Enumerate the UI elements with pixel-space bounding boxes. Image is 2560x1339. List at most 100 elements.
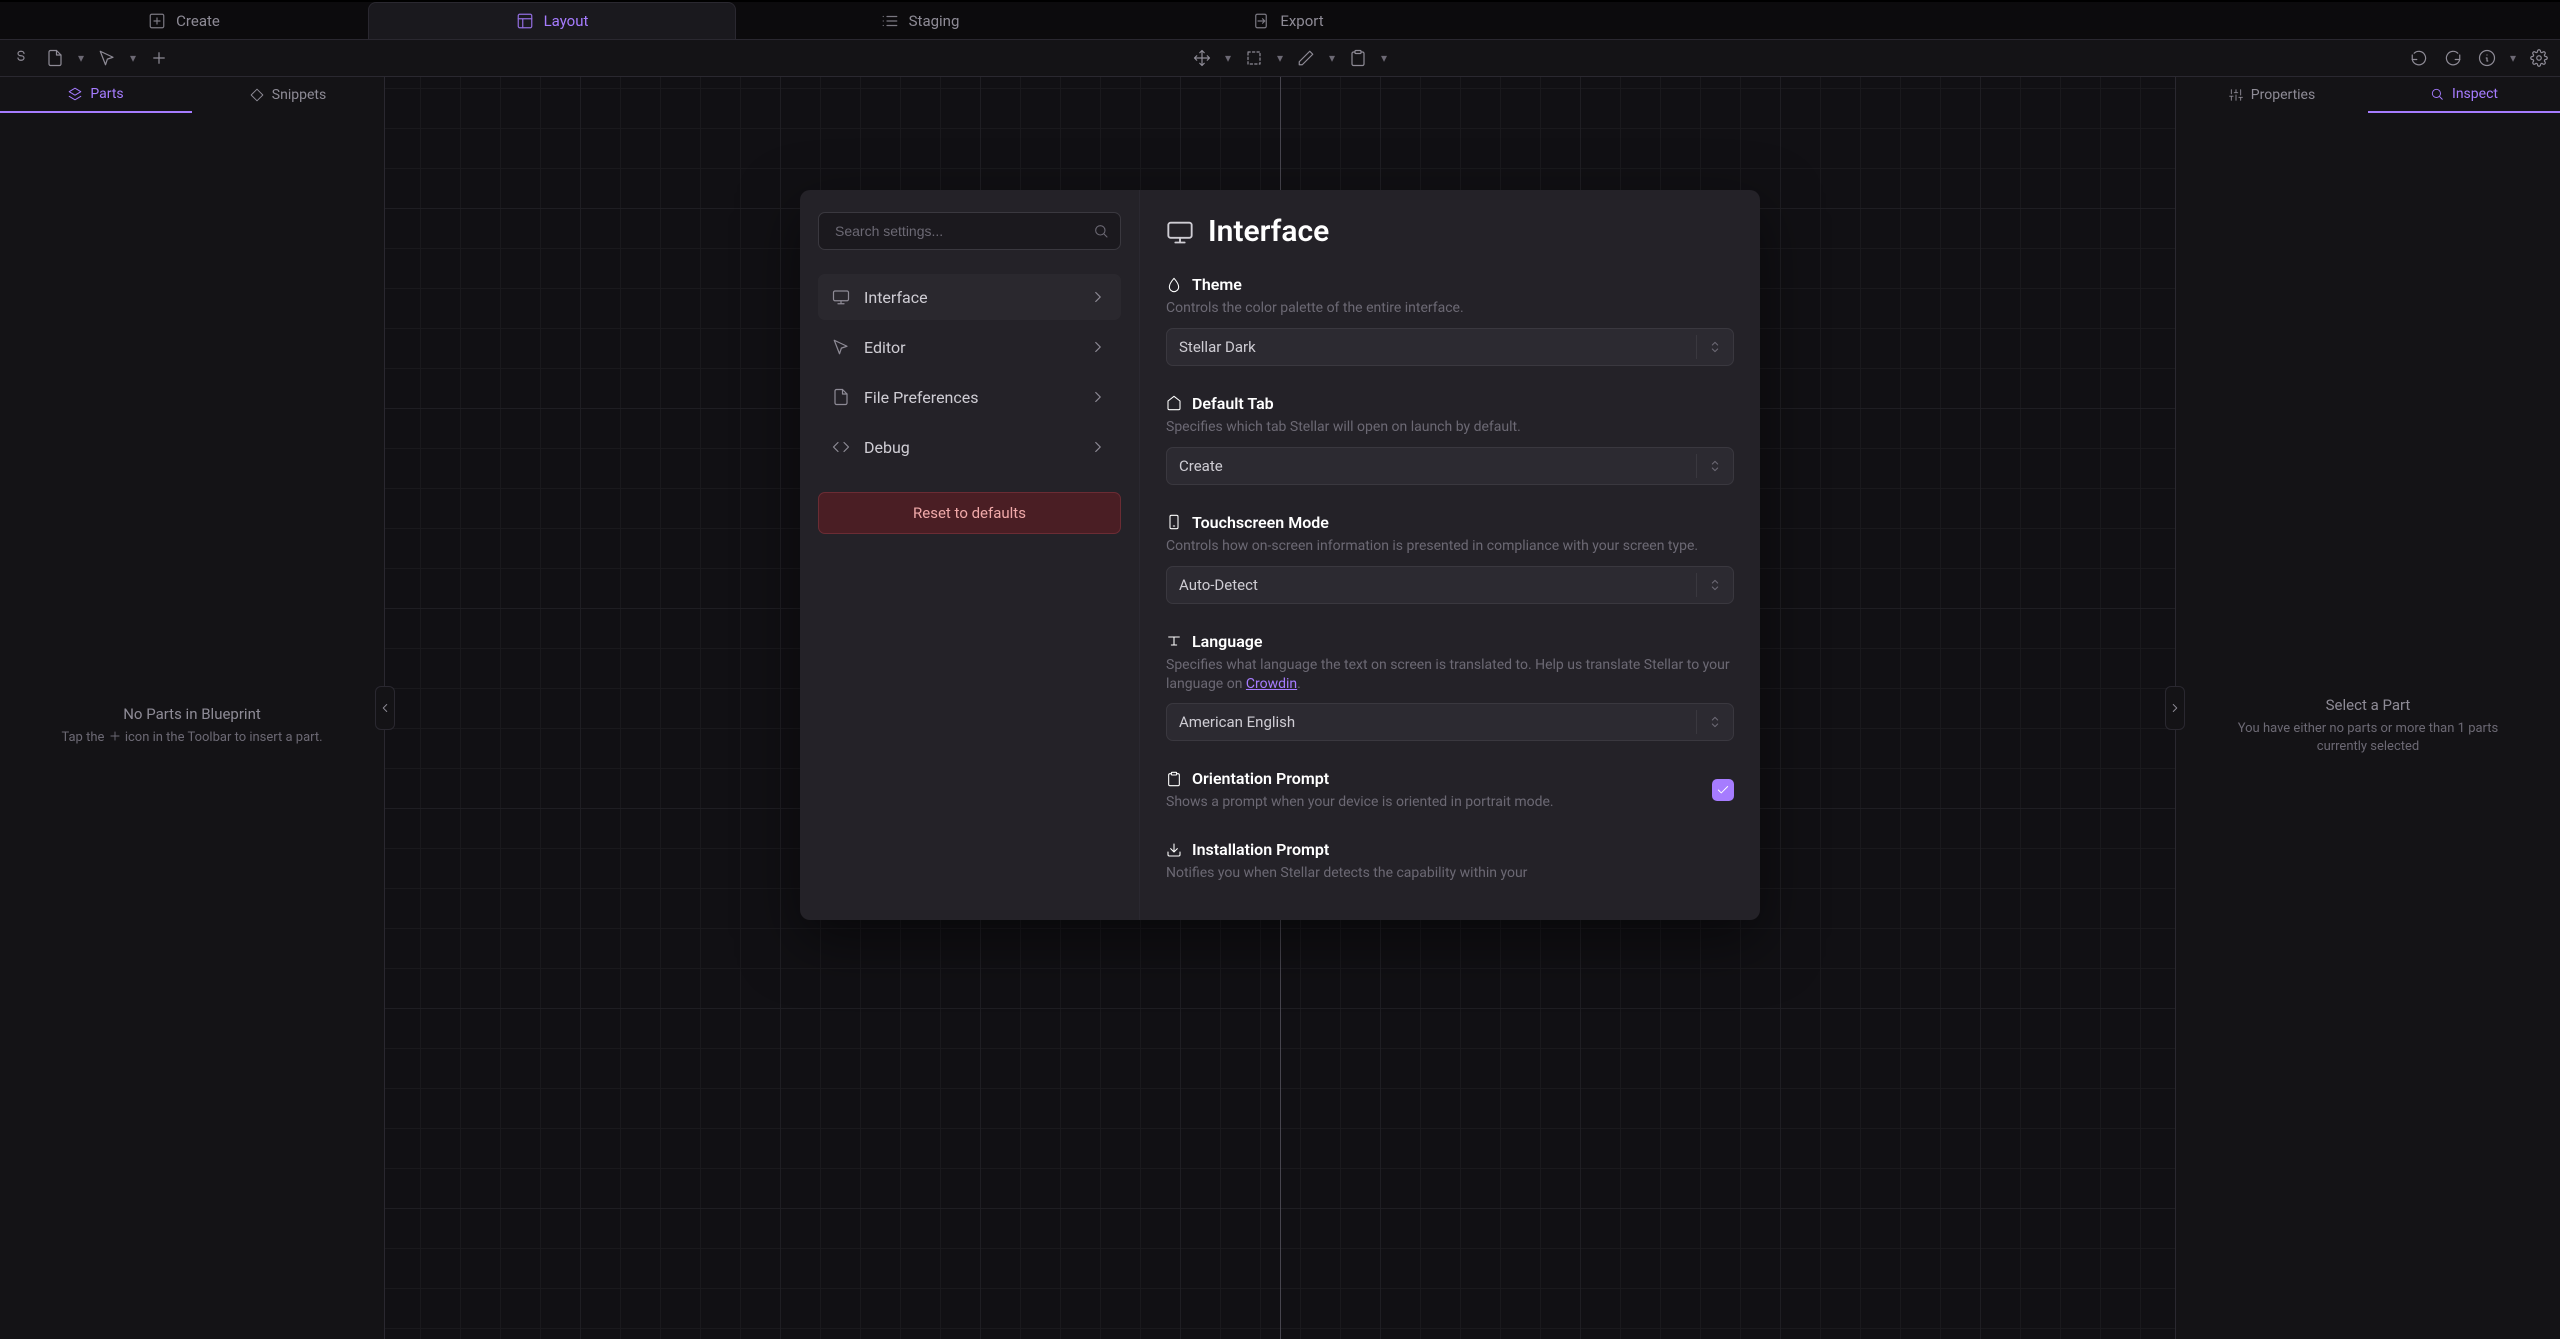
empty-title: Select a Part — [2326, 696, 2411, 714]
setting-orientation: Orientation Prompt Shows a prompt when y… — [1166, 769, 1734, 812]
move-icon — [1193, 49, 1211, 67]
caret-icon: ▾ — [126, 51, 140, 65]
code-icon — [832, 438, 850, 456]
chevron-right-icon — [2168, 701, 2182, 715]
select-value: Auto-Detect — [1179, 576, 1258, 594]
chevron-right-icon — [1089, 288, 1107, 306]
setting-desc: Controls the color palette of the entire… — [1166, 299, 1734, 318]
diamond-icon — [250, 88, 264, 102]
category-debug[interactable]: Debug — [818, 424, 1121, 470]
category-label: Editor — [864, 338, 1075, 357]
download-icon — [1166, 842, 1182, 858]
right-panel: Properties Inspect Select a Part You hav… — [2175, 77, 2560, 1339]
rotate-icon — [1166, 771, 1182, 787]
empty-desc: Tap the icon in the Toolbar to insert a … — [61, 729, 322, 747]
chevron-right-icon — [1089, 388, 1107, 406]
tab-label: Properties — [2251, 87, 2315, 103]
category-editor[interactable]: Editor — [818, 324, 1121, 370]
updown-icon — [1707, 458, 1723, 474]
theme-select[interactable]: Stellar Dark — [1166, 328, 1734, 366]
tab-snippets[interactable]: Snippets — [192, 77, 384, 113]
search-input[interactable] — [818, 212, 1121, 250]
language-select[interactable]: American English — [1166, 703, 1734, 741]
tab-label: Export — [1280, 12, 1323, 30]
left-panel: Parts Snippets No Parts in Blueprint Tap… — [0, 77, 385, 1339]
chevron-left-icon — [378, 701, 392, 715]
cursor-button[interactable] — [92, 43, 122, 73]
check-icon — [1716, 783, 1730, 797]
caret-icon: ▾ — [1377, 51, 1391, 65]
tab-label: Staging — [909, 12, 960, 30]
setting-desc: Specifies what language the text on scre… — [1166, 656, 1734, 694]
select-value: American English — [1179, 713, 1295, 731]
plus-icon — [150, 49, 168, 67]
clipboard-icon — [1349, 49, 1367, 67]
file-button[interactable] — [40, 43, 70, 73]
clipboard-button[interactable] — [1343, 43, 1373, 73]
category-interface[interactable]: Interface — [818, 274, 1121, 320]
select-value: Stellar Dark — [1179, 338, 1256, 356]
redo-button[interactable] — [2438, 43, 2468, 73]
setting-desc: Shows a prompt when your device is orien… — [1166, 793, 1702, 812]
tab-create[interactable]: Create — [0, 2, 368, 39]
settings-button[interactable] — [2524, 43, 2554, 73]
caret-icon: ▾ — [1273, 51, 1287, 65]
file-icon — [46, 49, 64, 67]
setting-default-tab: Default Tab Specifies which tab Stellar … — [1166, 394, 1734, 485]
tab-inspect[interactable]: Inspect — [2368, 77, 2560, 113]
phone-icon — [1166, 514, 1182, 530]
settings-sidebar: Interface Editor File Preferences Debug … — [800, 190, 1140, 920]
category-label: Debug — [864, 438, 1075, 457]
plus-icon — [108, 729, 122, 743]
info-button[interactable] — [2472, 43, 2502, 73]
monitor-icon — [1166, 218, 1194, 246]
chevron-right-icon — [1089, 338, 1107, 356]
settings-modal: Interface Editor File Preferences Debug … — [800, 190, 1760, 920]
category-label: Interface — [864, 288, 1075, 307]
tab-staging[interactable]: Staging — [736, 2, 1104, 39]
plus-square-icon — [148, 12, 166, 30]
collapse-left-panel[interactable] — [375, 686, 395, 730]
updown-icon — [1707, 714, 1723, 730]
select-value: Create — [1179, 457, 1223, 475]
updown-icon — [1707, 577, 1723, 593]
pen-icon — [1297, 49, 1315, 67]
export-icon — [1252, 12, 1270, 30]
tab-label: Inspect — [2452, 86, 2498, 102]
layers-icon — [68, 87, 82, 101]
undo-icon — [2410, 49, 2428, 67]
default-tab-select[interactable]: Create — [1166, 447, 1734, 485]
tab-parts[interactable]: Parts — [0, 77, 192, 113]
add-button[interactable] — [144, 43, 174, 73]
select-button[interactable] — [1239, 43, 1269, 73]
reset-button[interactable]: Reset to defaults — [818, 492, 1121, 534]
caret-icon: ▾ — [74, 51, 88, 65]
updown-icon — [1707, 339, 1723, 355]
crowdin-link[interactable]: Crowdin — [1246, 676, 1297, 692]
collapse-right-panel[interactable] — [2165, 686, 2185, 730]
s-icon — [12, 49, 30, 67]
layout-icon — [516, 12, 534, 30]
type-icon — [1166, 633, 1182, 649]
tab-export[interactable]: Export — [1104, 2, 1472, 39]
redo-icon — [2444, 49, 2462, 67]
page-title: Interface — [1166, 214, 1734, 249]
move-button[interactable] — [1187, 43, 1217, 73]
orientation-checkbox[interactable] — [1712, 779, 1734, 801]
search-icon — [1093, 223, 1109, 239]
setting-touchscreen: Touchscreen Mode Controls how on-screen … — [1166, 513, 1734, 604]
tab-layout[interactable]: Layout — [368, 2, 736, 39]
caret-icon: ▾ — [2506, 51, 2520, 65]
tab-properties[interactable]: Properties — [2176, 77, 2368, 113]
undo-button[interactable] — [2404, 43, 2434, 73]
pen-button[interactable] — [1291, 43, 1321, 73]
setting-theme: Theme Controls the color palette of the … — [1166, 275, 1734, 366]
monitor-icon — [832, 288, 850, 306]
sliders-icon — [2229, 88, 2243, 102]
s-button[interactable] — [6, 43, 36, 73]
category-file-preferences[interactable]: File Preferences — [818, 374, 1121, 420]
setting-desc: Controls how on-screen information is pr… — [1166, 537, 1734, 556]
touchscreen-select[interactable]: Auto-Detect — [1166, 566, 1734, 604]
setting-installation: Installation Prompt Notifies you when St… — [1166, 840, 1734, 883]
tab-label: Create — [176, 12, 220, 30]
